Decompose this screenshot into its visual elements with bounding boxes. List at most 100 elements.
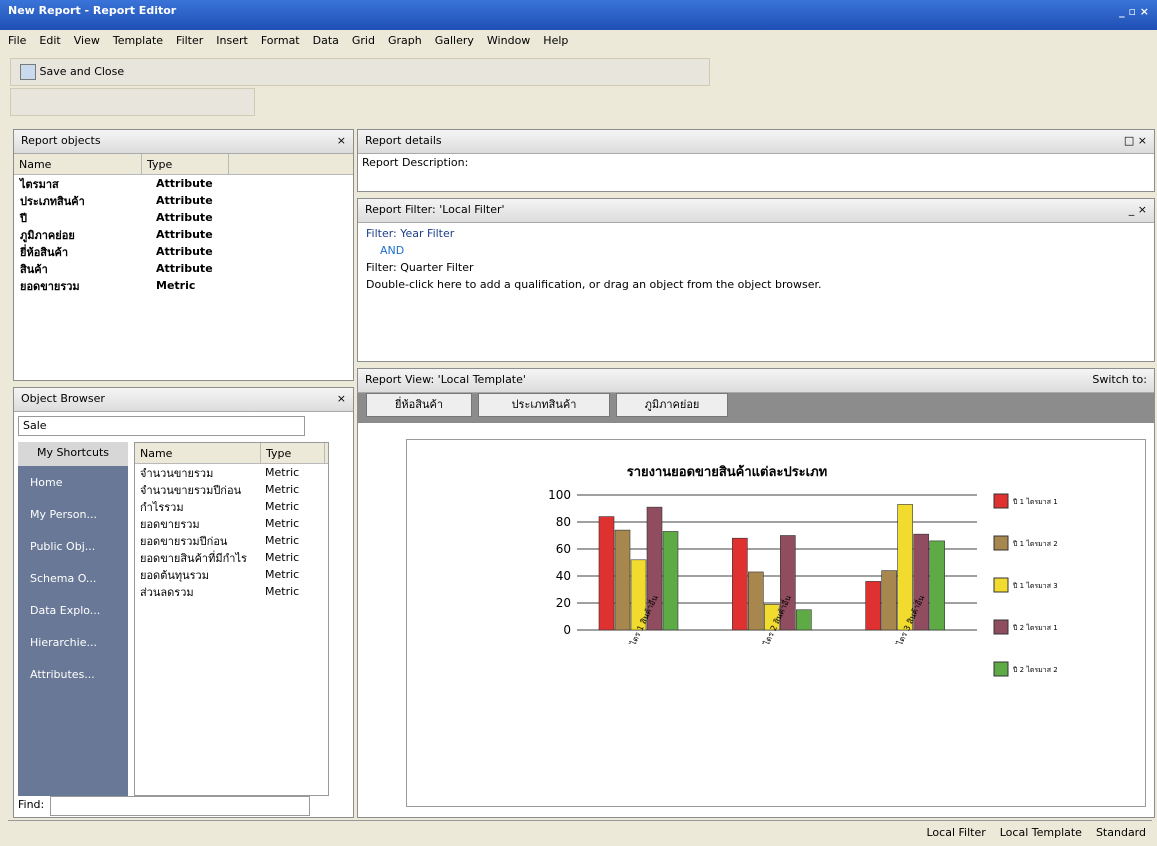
report-object-row[interactable]: ไตรมาส Attribute — [14, 175, 353, 192]
object-row[interactable]: จำนวนขายรวมปีก่อน Metric — [135, 481, 328, 498]
report-objects-title: Report objects — [21, 134, 101, 147]
tab-category[interactable]: ประเภทสินค้า — [478, 393, 610, 417]
menu-item[interactable]: Grid — [352, 34, 375, 47]
bar[interactable] — [748, 571, 764, 631]
y-tick-label: 80 — [556, 515, 571, 529]
object-row[interactable]: กำไรรวม Metric — [135, 498, 328, 515]
close-icon[interactable]: × — [337, 134, 346, 149]
report-view-panel: Report View: 'Local Template' Switch to: … — [357, 368, 1155, 818]
status-standard[interactable]: Standard — [1096, 826, 1146, 839]
report-filter-panel: Report Filter: 'Local Filter' _ × Filter:… — [357, 198, 1155, 362]
object-browser-title: Object Browser — [21, 392, 105, 405]
find-label: Find: — [18, 798, 45, 811]
legend-swatch — [993, 619, 1009, 635]
shortcut-item[interactable]: Attributes... — [18, 658, 128, 690]
bar[interactable] — [732, 537, 748, 631]
object-row[interactable]: ยอดขายสินค้าที่มีกำไร Metric — [135, 549, 328, 566]
window-titlebar: New Report - Report Editor _ ▫ × — [0, 0, 1157, 30]
filter-hint: Double-click here to add a qualification… — [366, 278, 822, 291]
report-filter-title: Report Filter: 'Local Filter' — [365, 203, 505, 216]
shortcut-item[interactable]: Schema O... — [18, 562, 128, 594]
y-tick-label: 0 — [563, 623, 571, 637]
filter-operator[interactable]: AND — [366, 242, 1146, 259]
menu-item[interactable]: Format — [261, 34, 300, 47]
tab-region[interactable]: ภูมิภาคย่อย — [616, 393, 728, 417]
bar[interactable] — [598, 516, 615, 631]
shortcuts-header: My Shortcuts — [18, 442, 128, 466]
report-object-row[interactable]: ปี Attribute — [14, 209, 353, 226]
bar[interactable] — [614, 529, 631, 631]
y-tick-label: 40 — [556, 569, 571, 583]
tab-brand[interactable]: ยี่ห้อสินค้า — [366, 393, 472, 417]
report-object-row[interactable]: ภูมิภาคย่อย Attribute — [14, 226, 353, 243]
menu-item[interactable]: Help — [543, 34, 568, 47]
bar[interactable] — [662, 531, 679, 631]
bar[interactable] — [796, 609, 812, 631]
template-tabs: ยี่ห้อสินค้า ประเภทสินค้า ภูมิภาคย่อย — [358, 393, 1154, 423]
bar[interactable] — [929, 540, 945, 631]
graph-area[interactable]: รายงานยอดขายสินค้าแต่ละประเภท 0 20 40 60 80 10… — [406, 439, 1146, 807]
close-icon[interactable]: × — [337, 392, 346, 407]
object-row[interactable]: จำนวนขายรวม Metric — [135, 464, 328, 481]
save-icon — [20, 64, 36, 80]
menu-item[interactable]: Edit — [39, 34, 60, 47]
col-name-header[interactable]: Name — [14, 154, 142, 174]
filter-year[interactable]: Filter: Year Filter — [366, 225, 1146, 242]
bar[interactable] — [881, 570, 897, 631]
report-object-row[interactable]: ยี่ห้อสินค้า Attribute — [14, 243, 353, 260]
report-details-title: Report details — [365, 134, 442, 147]
menu-item[interactable]: Template — [113, 34, 163, 47]
find-input[interactable] — [50, 796, 310, 816]
report-object-row[interactable]: ยอดขายรวม Metric — [14, 277, 353, 294]
window-title: New Report - Report Editor — [8, 4, 177, 17]
report-description[interactable]: Report Description: — [358, 154, 1154, 171]
object-browser-panel: Object Browser × Sale My Shortcuts Home My… — [13, 387, 354, 818]
report-view-title: Report View: 'Local Template' — [365, 373, 526, 386]
status-local-filter[interactable]: Local Filter — [927, 826, 986, 839]
folder-select[interactable]: Sale — [18, 416, 305, 436]
report-object-row[interactable]: ประเภทสินค้า Attribute — [14, 192, 353, 209]
legend-label: ปี 1 ไตรมาส 1 — [1013, 497, 1058, 506]
object-row[interactable]: ยอดต้นทุนรวม Metric — [135, 566, 328, 583]
ob-col-type[interactable]: Type — [261, 443, 325, 463]
legend-label: ปี 1 ไตรมาส 3 — [1013, 581, 1058, 590]
y-tick-label: 60 — [556, 542, 571, 556]
menu-item[interactable]: File — [8, 34, 26, 47]
chart-title: รายงานยอดขายสินค้าแต่ละประเภท — [627, 464, 828, 480]
menu-item[interactable]: View — [74, 34, 100, 47]
shortcut-item[interactable]: Data Explo... — [18, 594, 128, 626]
menu-item[interactable]: Data — [313, 34, 339, 47]
shortcut-item[interactable]: Home — [18, 466, 128, 498]
bar[interactable] — [865, 581, 881, 631]
col-type-header[interactable]: Type — [142, 154, 229, 174]
legend-swatch — [993, 493, 1009, 509]
object-row[interactable]: ยอดขายรวม Metric — [135, 515, 328, 532]
legend-label: ปี 1 ไตรมาส 2 — [1013, 539, 1058, 548]
status-local-template[interactable]: Local Template — [1000, 826, 1082, 839]
ob-col-name[interactable]: Name — [135, 443, 261, 463]
legend-swatch — [993, 577, 1009, 593]
menu-item[interactable]: Window — [487, 34, 530, 47]
switch-to-label: Switch to: — [1092, 373, 1147, 386]
shortcut-item[interactable]: My Person... — [18, 498, 128, 530]
report-object-row[interactable]: สินค้า Attribute — [14, 260, 353, 277]
menu-item[interactable]: Insert — [216, 34, 248, 47]
window-controls[interactable]: _ ▫ × — [1119, 5, 1149, 18]
shortcut-item[interactable]: Public Obj... — [18, 530, 128, 562]
filter-quarter[interactable]: Filter: Quarter Filter — [366, 259, 1146, 276]
object-row[interactable]: ยอดขายรวมปีก่อน Metric — [135, 532, 328, 549]
legend-swatch — [993, 661, 1009, 677]
status-bar: Local Filter Local Template Standard — [8, 820, 1152, 844]
save-close-button[interactable]: Save and Close — [15, 61, 129, 83]
shortcut-item[interactable]: Hierarchie... — [18, 626, 128, 658]
y-tick-label: 20 — [556, 596, 571, 610]
shortcuts-pane: My Shortcuts Home My Person... Public Obj.… — [18, 442, 128, 796]
menu-item[interactable]: Graph — [388, 34, 422, 47]
legend-label: ปี 2 ไตรมาส 1 — [1013, 623, 1058, 632]
toolbar-secondary — [10, 88, 255, 116]
menu-item[interactable]: Gallery — [435, 34, 474, 47]
y-tick-label: 100 — [548, 488, 571, 502]
object-row[interactable]: ส่วนลดรวม Metric — [135, 583, 328, 600]
toolbar-main: Save and Close — [10, 58, 710, 86]
menu-item[interactable]: Filter — [176, 34, 203, 47]
